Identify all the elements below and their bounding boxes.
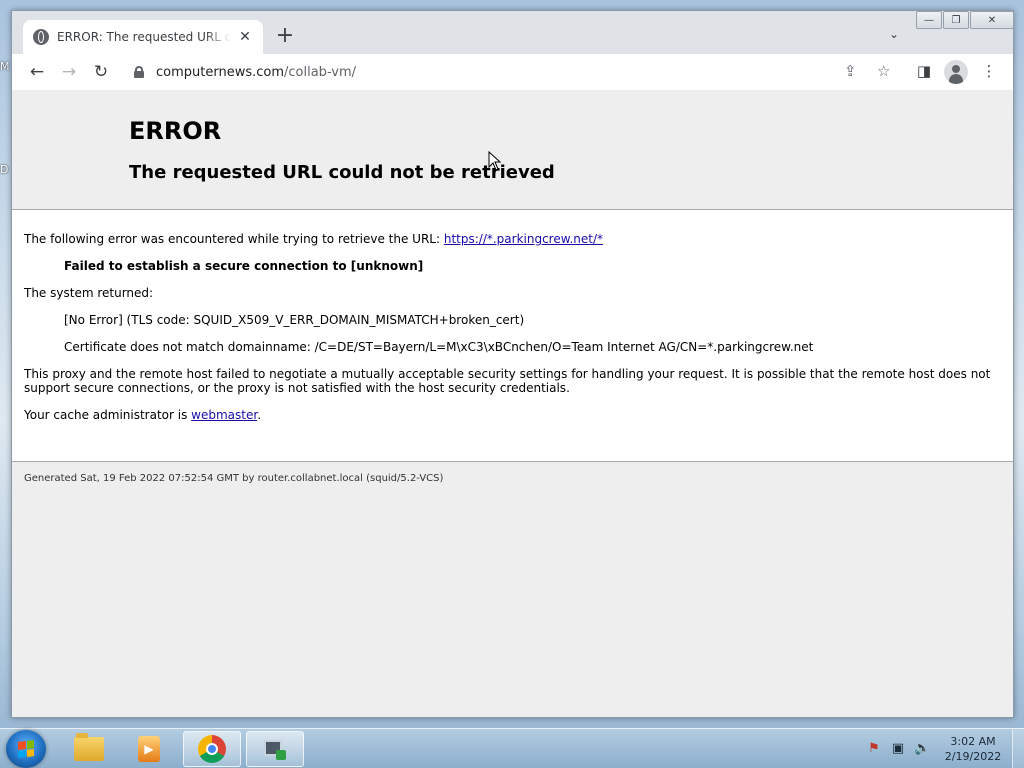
explanation-paragraph: This proxy and the remote host failed to… [24,367,991,395]
browser-window: ERROR: The requested URL could not be re… [11,10,1014,718]
start-button[interactable] [6,730,46,768]
bookmark-star-icon[interactable]: ☆ [877,62,890,80]
taskbar: ▶ ⚑ ▣ 🔈 3:02 AM 2/19/2022 [0,728,1024,768]
close-tab-icon[interactable]: ✕ [237,29,253,45]
error-body: The following error was encountered whil… [12,210,1013,462]
menu-kebab-icon[interactable]: ⋮ [979,62,999,80]
desktop-icon-label-fragment: D [0,163,9,176]
taskbar-network-app[interactable] [246,731,304,767]
reload-button[interactable]: ↻ [88,59,114,85]
globe-icon [33,29,49,45]
certificate-mismatch-text: Certificate does not match domainname: /… [64,340,814,354]
tls-error-code: [No Error] (TLS code: SQUID_X509_V_ERR_D… [64,313,525,327]
lock-icon[interactable] [134,66,144,78]
intro-text: The following error was encountered whil… [24,232,444,246]
folder-icon [74,733,104,761]
minimize-button[interactable]: — [916,11,942,29]
clock-date: 2/19/2022 [944,750,1002,763]
tab-strip: ERROR: The requested URL could not be re… [12,11,1015,54]
action-center-flag-icon[interactable]: ⚑ [866,741,882,756]
share-icon[interactable]: ⇪ [844,62,857,80]
taskbar-chrome[interactable] [183,731,241,767]
forward-button[interactable]: → [56,59,82,85]
webmaster-link[interactable]: webmaster [191,408,257,422]
clock-time: 3:02 AM [950,735,996,748]
profile-avatar-icon[interactable] [944,60,968,84]
desktop-icon-label-fragment: M [0,60,10,73]
page-content: ERROR The requested URL could not be ret… [12,90,1013,717]
url-path: /collab-vm/ [284,64,357,80]
tab-title: ERROR: The requested URL could not be re… [57,30,231,44]
back-button[interactable]: ← [24,59,50,85]
system-tray: ⚑ ▣ 🔈 [866,741,930,756]
url-host: computernews.com [156,64,285,80]
clock[interactable]: 3:02 AM 2/19/2022 [942,734,1004,764]
requested-url-link[interactable]: https://*.parkingcrew.net/* [444,232,603,246]
error-bold-text: Failed to establish a secure connection … [64,259,424,273]
window-caption-buttons: — ❐ ✕ [916,11,1015,29]
address-bar[interactable]: computernews.com/collab-vm/ [122,57,872,87]
show-desktop-button[interactable] [1012,729,1024,768]
taskbar-explorer[interactable] [60,731,118,767]
restore-button[interactable]: ❐ [943,11,969,29]
admin-paragraph: Your cache administrator is webmaster. [24,408,1001,422]
error-detail: Failed to establish a secure connection … [64,259,1001,273]
browser-toolbar: ← → ↻ computernews.com/collab-vm/ ⇪ ☆ ◨ … [12,54,1013,90]
volume-icon[interactable]: 🔈 [914,741,930,756]
page-title: ERROR [129,117,222,145]
network-icon[interactable]: ▣ [890,741,906,756]
windows-logo-icon [18,740,34,758]
system-returned-label: The system returned: [24,286,154,300]
admin-suffix: . [257,408,262,422]
admin-prefix: Your cache administrator is [24,408,192,422]
error-header: ERROR The requested URL could not be ret… [12,90,1013,210]
network-connection-icon [262,736,288,762]
intro-paragraph: The following error was encountered whil… [24,232,1001,246]
tab-error-page[interactable]: ERROR: The requested URL could not be re… [23,20,263,54]
taskbar-media-player[interactable]: ▶ [120,731,178,767]
media-player-icon: ▶ [138,736,160,762]
side-panel-icon[interactable]: ◨ [914,62,934,80]
tab-search-chevron-icon[interactable]: ⌄ [886,27,902,41]
generated-footer: Generated Sat, 19 Feb 2022 07:52:54 GMT … [24,473,444,484]
close-window-button[interactable]: ✕ [970,11,1014,29]
chrome-icon [198,735,226,763]
new-tab-button[interactable]: + [274,25,296,47]
